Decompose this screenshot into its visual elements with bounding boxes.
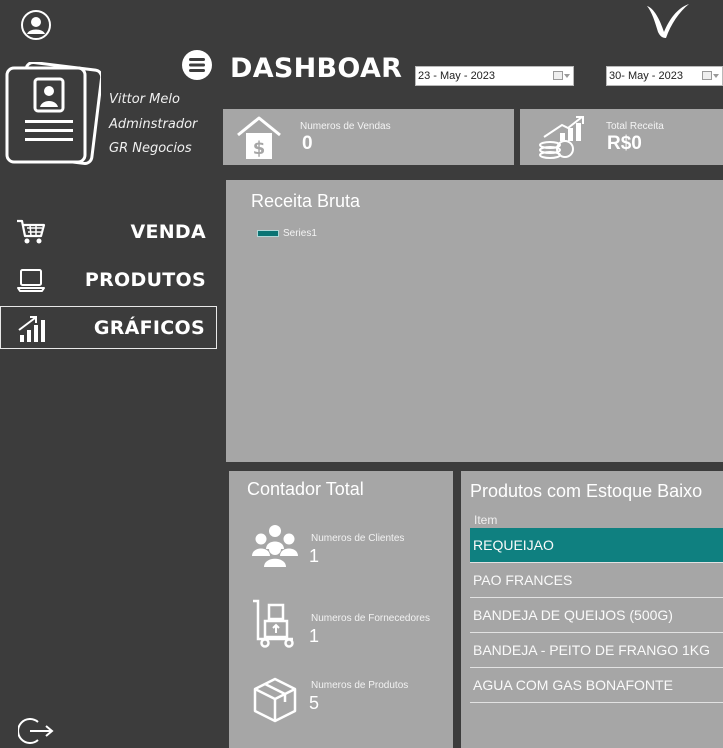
nav-item-produtos[interactable]: PRODUTOS <box>0 258 217 301</box>
cart-icon <box>16 218 46 246</box>
profile-card-icon <box>3 61 104 166</box>
total-revenue-value: R$0 <box>607 133 642 154</box>
suppliers-count-label: Numeros de Fornecedores <box>311 613 430 624</box>
clients-count-value: 1 <box>309 546 320 566</box>
nav-item-graficos[interactable]: GRÁFICOS <box>0 306 217 349</box>
gross-revenue-chart: Receita Bruta Series1 <box>226 180 723 462</box>
sales-count-value: 0 <box>302 133 313 154</box>
logout-icon[interactable] <box>17 716 54 746</box>
date-end-value: 30- May - 2023 <box>609 70 683 82</box>
people-icon <box>249 521 301 571</box>
list-item[interactable]: PAO FRANCES <box>470 563 723 598</box>
bar-chart-icon <box>17 315 47 343</box>
calendar-dropdown-icon[interactable] <box>702 70 720 82</box>
date-start-value: 23 - May - 2023 <box>418 70 496 82</box>
hamburger-menu-button[interactable] <box>181 49 213 81</box>
hand-truck-icon <box>249 599 301 649</box>
low-stock-panel: Produtos com Estoque Baixo Item REQUEIJA… <box>461 471 723 748</box>
box-icon <box>249 675 301 725</box>
low-stock-list: REQUEIJAO PAO FRANCES BANDEJA DE QUEIJOS… <box>470 528 723 703</box>
clients-count-label: Numeros de Clientes <box>311 533 405 544</box>
nav-item-venda[interactable]: VENDA <box>0 210 217 253</box>
suppliers-count-value: 1 <box>309 626 320 646</box>
list-item[interactable]: BANDEJA DE QUEIJOS (500G) <box>470 598 723 633</box>
user-role: Adminstrador <box>109 116 198 132</box>
nav-label-graficos: GRÁFICOS <box>93 316 205 339</box>
list-item[interactable]: BANDEJA - PEITO DE FRANGO 1KG <box>470 633 723 668</box>
nav-label-venda: VENDA <box>130 220 206 243</box>
coins-growth-icon <box>538 115 586 161</box>
legend-swatch-series1 <box>257 230 279 237</box>
item-column-header[interactable]: Item <box>474 513 497 527</box>
date-start-picker[interactable]: 23 - May - 2023 <box>415 66 574 86</box>
brand-logo-icon <box>645 2 691 40</box>
chart-title: Receita Bruta <box>251 191 361 211</box>
list-item[interactable]: AGUA COM GAS BONAFONTE <box>470 668 723 703</box>
counter-panel-title: Contador Total <box>247 479 364 499</box>
products-count-label: Numeros de Produtos <box>311 680 409 691</box>
total-revenue-label: Total Receita <box>606 121 664 132</box>
date-end-picker[interactable]: 30- May - 2023 <box>606 66 723 86</box>
list-item[interactable]: REQUEIJAO <box>470 528 723 563</box>
page-title: DASHBOAR <box>230 53 403 84</box>
legend-label-series1: Series1 <box>283 228 317 239</box>
svg-text:$: $ <box>253 138 266 159</box>
total-counter-panel: Contador Total Numeros de Clientes 1 Num… <box>229 471 453 748</box>
money-house-icon: $ <box>235 115 283 161</box>
nav-label-produtos: PRODUTOS <box>84 268 206 291</box>
user-name: Vittor Melo <box>109 92 180 107</box>
user-company: GR Negocios <box>109 141 192 156</box>
products-count-value: 5 <box>309 693 320 713</box>
user-info: Vittor Melo Adminstrador GR Negocios <box>109 88 197 162</box>
laptop-icon <box>16 266 46 294</box>
low-stock-title: Produtos com Estoque Baixo <box>470 481 703 501</box>
sales-count-card: $ Numeros de Vendas 0 <box>223 109 514 165</box>
sales-count-label: Numeros de Vendas <box>300 121 391 132</box>
calendar-dropdown-icon[interactable] <box>553 70 571 82</box>
total-revenue-card: Total Receita R$0 <box>520 109 723 165</box>
user-account-icon[interactable] <box>20 9 52 41</box>
